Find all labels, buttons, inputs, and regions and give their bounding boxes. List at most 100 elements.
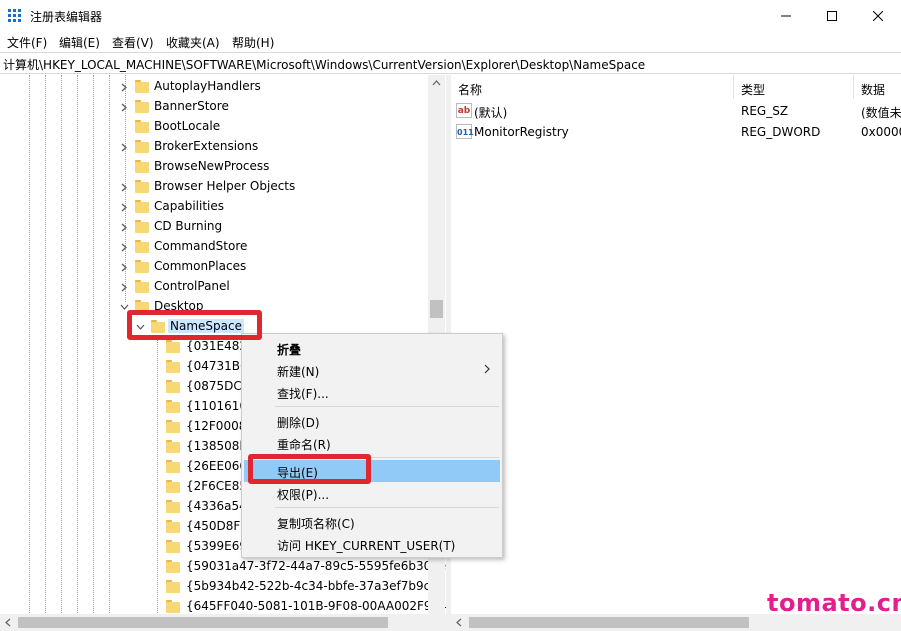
close-button[interactable]	[855, 0, 901, 31]
tree-item-label: CommonPlaces	[154, 259, 247, 273]
tree-horizontal-scrollbar[interactable]	[0, 614, 446, 631]
menu-item-collapse[interactable]: 折叠	[244, 337, 500, 359]
folder-icon	[135, 80, 149, 93]
tree-subkey-item[interactable]: {5b934b42-522b-4c34-bbfe-37a3ef7b9c90	[166, 577, 445, 597]
tree-item[interactable]: ControlPanel	[118, 277, 418, 297]
column-header-data[interactable]: 数据	[854, 75, 901, 99]
chevron-right-icon[interactable]	[118, 177, 130, 197]
minimize-button[interactable]	[763, 0, 809, 31]
menu-separator	[275, 507, 499, 508]
value-row[interactable]: ab (默认) REG_SZ (数值未	[451, 101, 901, 122]
scroll-up-icon[interactable]	[432, 80, 441, 86]
column-header-type[interactable]: 类型	[734, 75, 854, 99]
maximize-button[interactable]	[809, 0, 855, 31]
scroll-thumb[interactable]	[18, 617, 388, 628]
tree-item[interactable]: Browser Helper Objects	[118, 177, 418, 197]
value-type: REG_DWORD	[741, 125, 821, 139]
tree-item[interactable]: AutoplayHandlers	[118, 77, 418, 97]
regedit-app-icon	[8, 9, 22, 22]
menu-item-new[interactable]: 新建(N)	[244, 359, 500, 381]
tree-item[interactable]: BannerStore	[118, 97, 418, 117]
tree-guide-line	[93, 75, 94, 631]
scroll-thumb[interactable]	[430, 300, 443, 318]
submenu-arrow-icon	[484, 364, 490, 374]
menu-help[interactable]: 帮助(H)	[232, 34, 274, 51]
tree-item-label: BrowseNewProcess	[154, 159, 270, 173]
tree-item-label: ControlPanel	[154, 279, 230, 293]
folder-icon	[135, 100, 149, 113]
tree-item-label: BootLocale	[154, 119, 221, 133]
menu-file[interactable]: 文件(F)	[7, 34, 47, 51]
menu-item-permissions[interactable]: 权限(P)...	[244, 482, 500, 504]
menu-item-goto-hkcu[interactable]: 访问 HKEY_CURRENT_USER(T)	[244, 533, 500, 555]
tree-item[interactable]: CommandStore	[118, 237, 418, 257]
column-header-label: 类型	[741, 83, 766, 97]
menu-item-find[interactable]: 查找(F)...	[244, 381, 500, 403]
chevron-right-icon[interactable]	[118, 77, 130, 97]
tree-item[interactable]: CommonPlaces	[118, 257, 418, 277]
menu-bar: 文件(F) 编辑(E) 查看(V) 收藏夹(A) 帮助(H)	[0, 31, 901, 52]
menu-item-label: 访问 HKEY_CURRENT_USER(T)	[277, 539, 456, 553]
annotation-highlight-export	[248, 454, 371, 484]
value-list-pane[interactable]: 名称 类型 数据 ab (默认) REG_SZ (数值未 011 Monitor…	[451, 75, 901, 631]
tree-guide-line	[45, 75, 46, 631]
folder-icon	[135, 220, 149, 233]
chevron-right-icon[interactable]	[118, 257, 130, 277]
menu-favorites[interactable]: 收藏夹(A)	[166, 34, 220, 51]
tree-item[interactable]: BootLocale	[118, 117, 418, 137]
menu-view[interactable]: 查看(V)	[112, 34, 154, 51]
column-header-label: 名称	[458, 83, 483, 97]
menu-item-label: 查找(F)...	[277, 387, 329, 401]
menu-edit[interactable]: 编辑(E)	[59, 34, 100, 51]
tree-guide-line	[157, 335, 158, 631]
folder-icon	[166, 460, 180, 473]
chevron-right-icon[interactable]	[118, 237, 130, 257]
folder-icon	[166, 340, 180, 353]
folder-icon	[166, 420, 180, 433]
tree-guide-line	[29, 75, 30, 631]
binary-value-icon: 011	[456, 124, 474, 139]
chevron-right-icon[interactable]	[118, 277, 130, 297]
scroll-left-icon[interactable]	[5, 618, 11, 627]
chevron-right-icon[interactable]	[118, 97, 130, 117]
folder-icon	[166, 500, 180, 513]
folder-icon	[166, 600, 180, 613]
folder-icon	[135, 200, 149, 213]
menu-item-label: 复制项名称(C)	[277, 517, 355, 531]
menu-item-copy-key-name[interactable]: 复制项名称(C)	[244, 511, 500, 533]
folder-icon	[135, 120, 149, 133]
address-bar[interactable]: 计算机\HKEY_LOCAL_MACHINE\SOFTWARE\Microsof…	[0, 52, 901, 74]
chevron-right-icon[interactable]	[118, 197, 130, 217]
menu-item-rename[interactable]: 重命名(R)	[244, 432, 500, 454]
scroll-left-icon[interactable]	[456, 618, 462, 627]
value-row[interactable]: 011 MonitorRegistry REG_DWORD 0x0000	[451, 122, 901, 143]
column-header-name[interactable]: 名称	[451, 75, 734, 99]
tree-item[interactable]: BrokerExtensions	[118, 137, 418, 157]
title-bar: 注册表编辑器	[0, 0, 901, 31]
menu-item-label: 权限(P)...	[277, 488, 330, 502]
folder-icon	[166, 400, 180, 413]
tree-guide-line	[61, 75, 62, 631]
tree-guide-line	[77, 75, 78, 631]
tree-item-label: Capabilities	[154, 199, 224, 213]
tree-item-label: BannerStore	[154, 99, 229, 113]
tree-item-label: {645FF040-5081-101B-9F08-00AA002F954	[186, 599, 446, 613]
scroll-thumb[interactable]	[469, 617, 749, 628]
folder-icon	[166, 480, 180, 493]
tree-item-label: {5b934b42-522b-4c34-bbfe-37a3ef7b9c90	[186, 579, 446, 593]
chevron-right-icon[interactable]	[118, 137, 130, 157]
folder-icon	[166, 440, 180, 453]
menu-item-delete[interactable]: 删除(D)	[244, 410, 500, 432]
tree-item-label: BrokerExtensions	[154, 139, 259, 153]
close-icon	[873, 10, 883, 21]
address-path[interactable]: 计算机\HKEY_LOCAL_MACHINE\SOFTWARE\Microsof…	[3, 56, 645, 73]
menu-item-label: 删除(D)	[277, 416, 320, 430]
value-name: (默认)	[474, 106, 508, 120]
tree-item[interactable]: Capabilities	[118, 197, 418, 217]
maximize-icon	[827, 10, 837, 21]
chevron-right-icon[interactable]	[118, 217, 130, 237]
tree-item-label: {59031a47-3f72-44a7-89c5-5595fe6b30ee	[186, 559, 446, 573]
tree-item[interactable]: CD Burning	[118, 217, 418, 237]
tree-subkey-item[interactable]: {59031a47-3f72-44a7-89c5-5595fe6b30ee	[166, 557, 446, 577]
tree-item[interactable]: BrowseNewProcess	[118, 157, 418, 177]
